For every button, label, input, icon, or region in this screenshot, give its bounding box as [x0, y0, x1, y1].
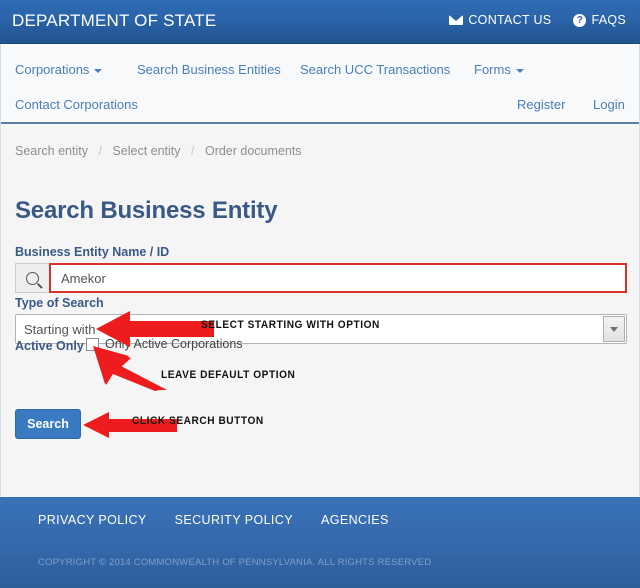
site-footer: PRIVACY POLICY SECURITY POLICY AGENCIES …: [0, 497, 640, 588]
magnifier-icon: [26, 271, 39, 285]
question-circle-icon: ?: [573, 13, 587, 27]
footer-link-agencies[interactable]: AGENCIES: [321, 513, 389, 527]
nav-item-corporations[interactable]: Corporations: [15, 61, 103, 79]
main-content: Search entity / Select entity / Order do…: [0, 124, 640, 497]
type-of-search-label: Type of Search: [15, 296, 104, 310]
nav-item-label: Corporations: [15, 62, 90, 77]
nav-item-label: Forms: [474, 62, 511, 77]
header-utility-links: CONTACT US ? FAQS: [449, 13, 626, 27]
page-title: Search Business Entity: [15, 197, 278, 225]
nav-item-search-business-entities[interactable]: Search Business Entities: [137, 61, 281, 79]
page-root: DEPARTMENT OF STATE CONTACT US ? FAQS Co…: [0, 0, 640, 588]
nav-item-label: Search Business Entities: [137, 62, 281, 77]
nav-row-secondary: Contact Corporations Register Login: [1, 87, 640, 123]
annotation-label-select: SELECT STARTING WITH OPTION: [201, 319, 380, 331]
search-button[interactable]: Search: [15, 409, 81, 439]
nav-item-search-ucc-transactions[interactable]: Search UCC Transactions: [300, 61, 450, 79]
chevron-down-icon: [515, 68, 524, 73]
contact-us-link[interactable]: CONTACT US: [449, 13, 551, 27]
breadcrumb-item-search-entity[interactable]: Search entity: [15, 144, 88, 158]
breadcrumb: Search entity / Select entity / Order do…: [15, 144, 302, 158]
faqs-link[interactable]: ? FAQS: [573, 13, 626, 27]
annotation-arrow-checkbox: [93, 346, 167, 391]
main-navigation: Corporations Search Business Entities Se…: [0, 44, 640, 123]
nav-item-label: Register: [517, 97, 566, 112]
nav-row-primary: Corporations Search Business Entities Se…: [1, 52, 640, 88]
annotation-arrow-select: [96, 311, 214, 347]
chevron-down-icon: [94, 68, 103, 73]
contact-us-label: CONTACT US: [468, 13, 552, 27]
content-left-border: [0, 44, 1, 497]
search-input-group: [15, 263, 627, 293]
copyright-text: COPYRIGHT © 2014 COMMONWEALTH OF PENNSYL…: [38, 557, 432, 568]
breadcrumb-item-order-documents[interactable]: Order documents: [205, 144, 302, 158]
nav-item-login[interactable]: Login: [593, 96, 625, 114]
search-icon-addon[interactable]: [15, 263, 49, 293]
annotation-label-checkbox: LEAVE DEFAULT OPTION: [161, 369, 296, 381]
footer-link-privacy-policy[interactable]: PRIVACY POLICY: [38, 513, 147, 527]
nav-item-register[interactable]: Register: [517, 96, 565, 114]
nav-item-label: Search UCC Transactions: [300, 62, 451, 77]
nav-item-label: Contact Corporations: [15, 97, 138, 112]
breadcrumb-separator: /: [98, 144, 102, 158]
site-brand: DEPARTMENT OF STATE: [12, 11, 217, 30]
nav-item-forms[interactable]: Forms: [474, 61, 524, 79]
faqs-label: FAQS: [591, 13, 626, 27]
breadcrumb-separator: /: [191, 144, 195, 158]
envelope-icon: [449, 15, 464, 25]
business-entity-search-input[interactable]: [49, 263, 627, 293]
nav-item-contact-corporations[interactable]: Contact Corporations: [15, 96, 138, 114]
footer-link-security-policy[interactable]: SECURITY POLICY: [175, 513, 293, 527]
site-header: DEPARTMENT OF STATE CONTACT US ? FAQS: [0, 0, 640, 44]
annotation-label-search: CLICK SEARCH BUTTON: [132, 415, 264, 427]
breadcrumb-item-select-entity[interactable]: Select entity: [112, 144, 180, 158]
active-only-label: Active Only: [15, 339, 84, 353]
business-entity-name-label: Business Entity Name / ID: [15, 245, 170, 259]
footer-links: PRIVACY POLICY SECURITY POLICY AGENCIES: [38, 513, 389, 527]
nav-item-label: Login: [593, 97, 625, 112]
